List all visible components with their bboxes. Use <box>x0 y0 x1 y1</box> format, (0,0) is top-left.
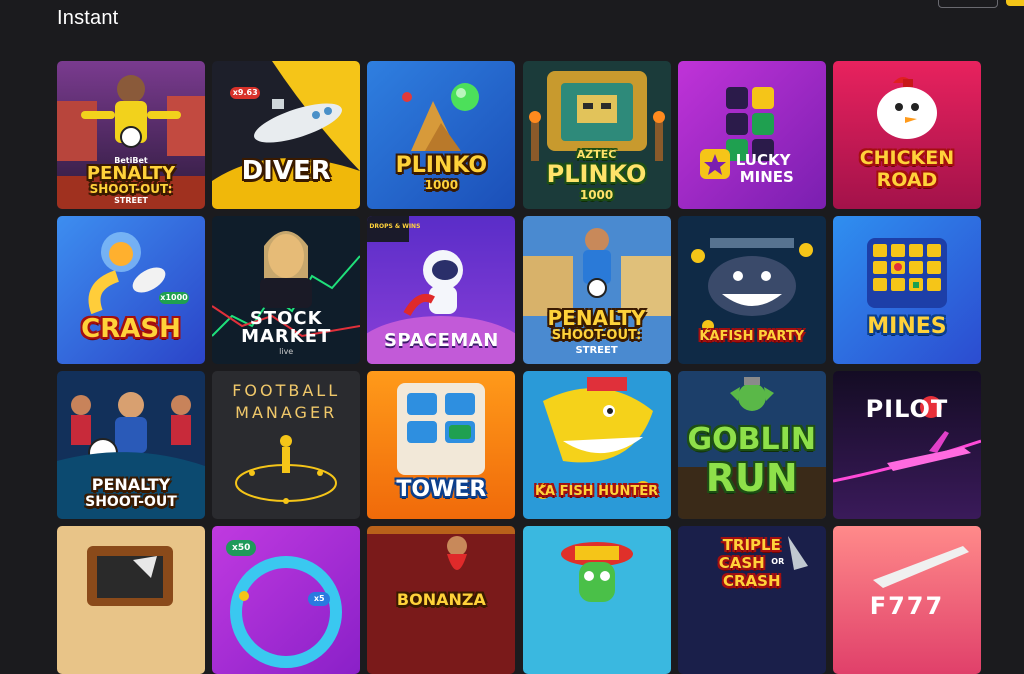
game-title: KA FISH HUNTER <box>534 484 659 499</box>
game-art <box>57 526 205 674</box>
games-grid: BetiBet PENALTY SHOOT-OUT: STREET x9.63 … <box>57 61 981 674</box>
game-tile-stock-market[interactable]: STOCK MARKET live <box>212 216 361 364</box>
game-subtitle: SHOOT-OUT <box>85 494 177 510</box>
game-tile-pilot[interactable]: PILOT <box>832 371 981 519</box>
game-tile-penalty-shootout[interactable]: PENALTY SHOOT-OUT <box>57 371 205 519</box>
game-subtitle-2: OR <box>771 557 785 566</box>
game-title: CRASH <box>81 314 181 344</box>
game-title: CHICKEN <box>859 147 955 169</box>
game-title: GOBLIN <box>687 422 816 457</box>
game-tile-football-manager[interactable]: FOOTBALL MANAGER <box>212 371 361 519</box>
header-outline-button[interactable] <box>938 0 998 8</box>
game-subtitle: SHOOT-OUT: <box>551 328 642 343</box>
page-title: Instant <box>57 7 119 29</box>
game-tile-spaceman[interactable]: DROPS & WINS SPACEMAN <box>367 216 516 364</box>
game-tile-crash[interactable]: x1000 CRASH <box>57 216 205 364</box>
game-tile-diver[interactable]: x9.63 DIVER <box>212 61 361 209</box>
game-tile-triple-cash-or-crash[interactable]: TRIPLE CASH OR CRASH <box>677 526 826 674</box>
game-tile-cactus-game[interactable] <box>522 526 671 674</box>
multiplier-badge: x9.63 <box>232 88 258 97</box>
game-title: PILOT <box>865 395 949 423</box>
game-tile-mines[interactable]: MINES <box>832 216 981 364</box>
game-tile-penalty-shootout-street-betibet[interactable]: BetiBet PENALTY SHOOT-OUT: STREET <box>57 61 205 209</box>
game-tile-jet-777[interactable]: F777 <box>832 526 981 674</box>
game-subtitle: MARKET <box>241 326 332 347</box>
game-title: PENALTY <box>91 475 171 494</box>
game-tile-plinko-1000[interactable]: PLINKO 1000 <box>367 61 516 209</box>
game-tile-kafish-party[interactable]: KAFISH PARTY <box>677 216 826 364</box>
game-title: SPACEMAN <box>383 330 499 351</box>
game-subtitle-2: STREET <box>575 345 618 356</box>
game-art <box>522 526 671 674</box>
game-tile-tower[interactable]: TOWER <box>367 371 516 519</box>
game-title: MINES <box>867 314 947 339</box>
game-subtitle: RUN <box>705 456 798 500</box>
game-tile-penalty-shootout-street[interactable]: PENALTY SHOOT-OUT: STREET <box>522 216 671 364</box>
live-label: live <box>279 347 294 356</box>
game-title: BONANZA <box>396 590 486 609</box>
game-subtitle: MINES <box>739 168 794 186</box>
multiplier-badge-2: x5 <box>313 594 325 603</box>
promo-badge: DROPS & WINS <box>369 223 421 230</box>
game-tile-bonanza[interactable]: BONANZA <box>367 526 516 674</box>
game-title: PENALTY <box>547 306 646 330</box>
game-subtitle: MANAGER <box>235 403 338 422</box>
game-subtitle: ROAD <box>876 169 938 191</box>
header-accent-button[interactable] <box>1006 0 1024 6</box>
multiplier-badge: x1000 <box>160 293 188 302</box>
game-title: PENALTY <box>86 163 176 184</box>
game-tile-chicken-road[interactable]: CHICKEN ROAD <box>832 61 981 209</box>
game-brand: AZTEC <box>576 148 617 161</box>
game-tile-lucky-mines[interactable]: LUCKY MINES <box>677 61 826 209</box>
game-title: PLINKO <box>546 160 647 188</box>
game-tile-tv-game[interactable] <box>57 526 205 674</box>
game-title: TOWER <box>396 477 487 502</box>
game-title: PLINKO <box>395 153 488 178</box>
game-title: TRIPLE <box>722 536 781 554</box>
game-title: F777 <box>869 592 945 620</box>
game-art <box>832 371 981 519</box>
game-subtitle: 1000 <box>424 178 459 192</box>
game-subtitle-2: STREET <box>114 196 148 205</box>
game-art <box>677 61 826 209</box>
game-subtitle: 1000 <box>579 188 614 202</box>
game-title: LUCKY <box>735 151 791 169</box>
game-tile-x50-wheel[interactable]: x50 x5 <box>212 526 361 674</box>
multiplier-badge: x50 <box>232 543 251 553</box>
game-tile-aztec-plinko-1000[interactable]: AZTEC PLINKO 1000 <box>522 61 671 209</box>
game-subtitle-3: CRASH <box>722 572 781 590</box>
game-title: FOOTBALL <box>232 381 341 400</box>
game-title: DIVER <box>241 156 331 186</box>
game-art <box>212 61 361 209</box>
game-subtitle: SHOOT-OUT: <box>89 182 173 196</box>
game-title: KAFISH PARTY <box>699 329 805 344</box>
game-tile-kafish-hunter[interactable]: KA FISH HUNTER <box>522 371 671 519</box>
game-art <box>832 216 981 364</box>
game-tile-goblin-run[interactable]: GOBLIN RUN <box>677 371 826 519</box>
